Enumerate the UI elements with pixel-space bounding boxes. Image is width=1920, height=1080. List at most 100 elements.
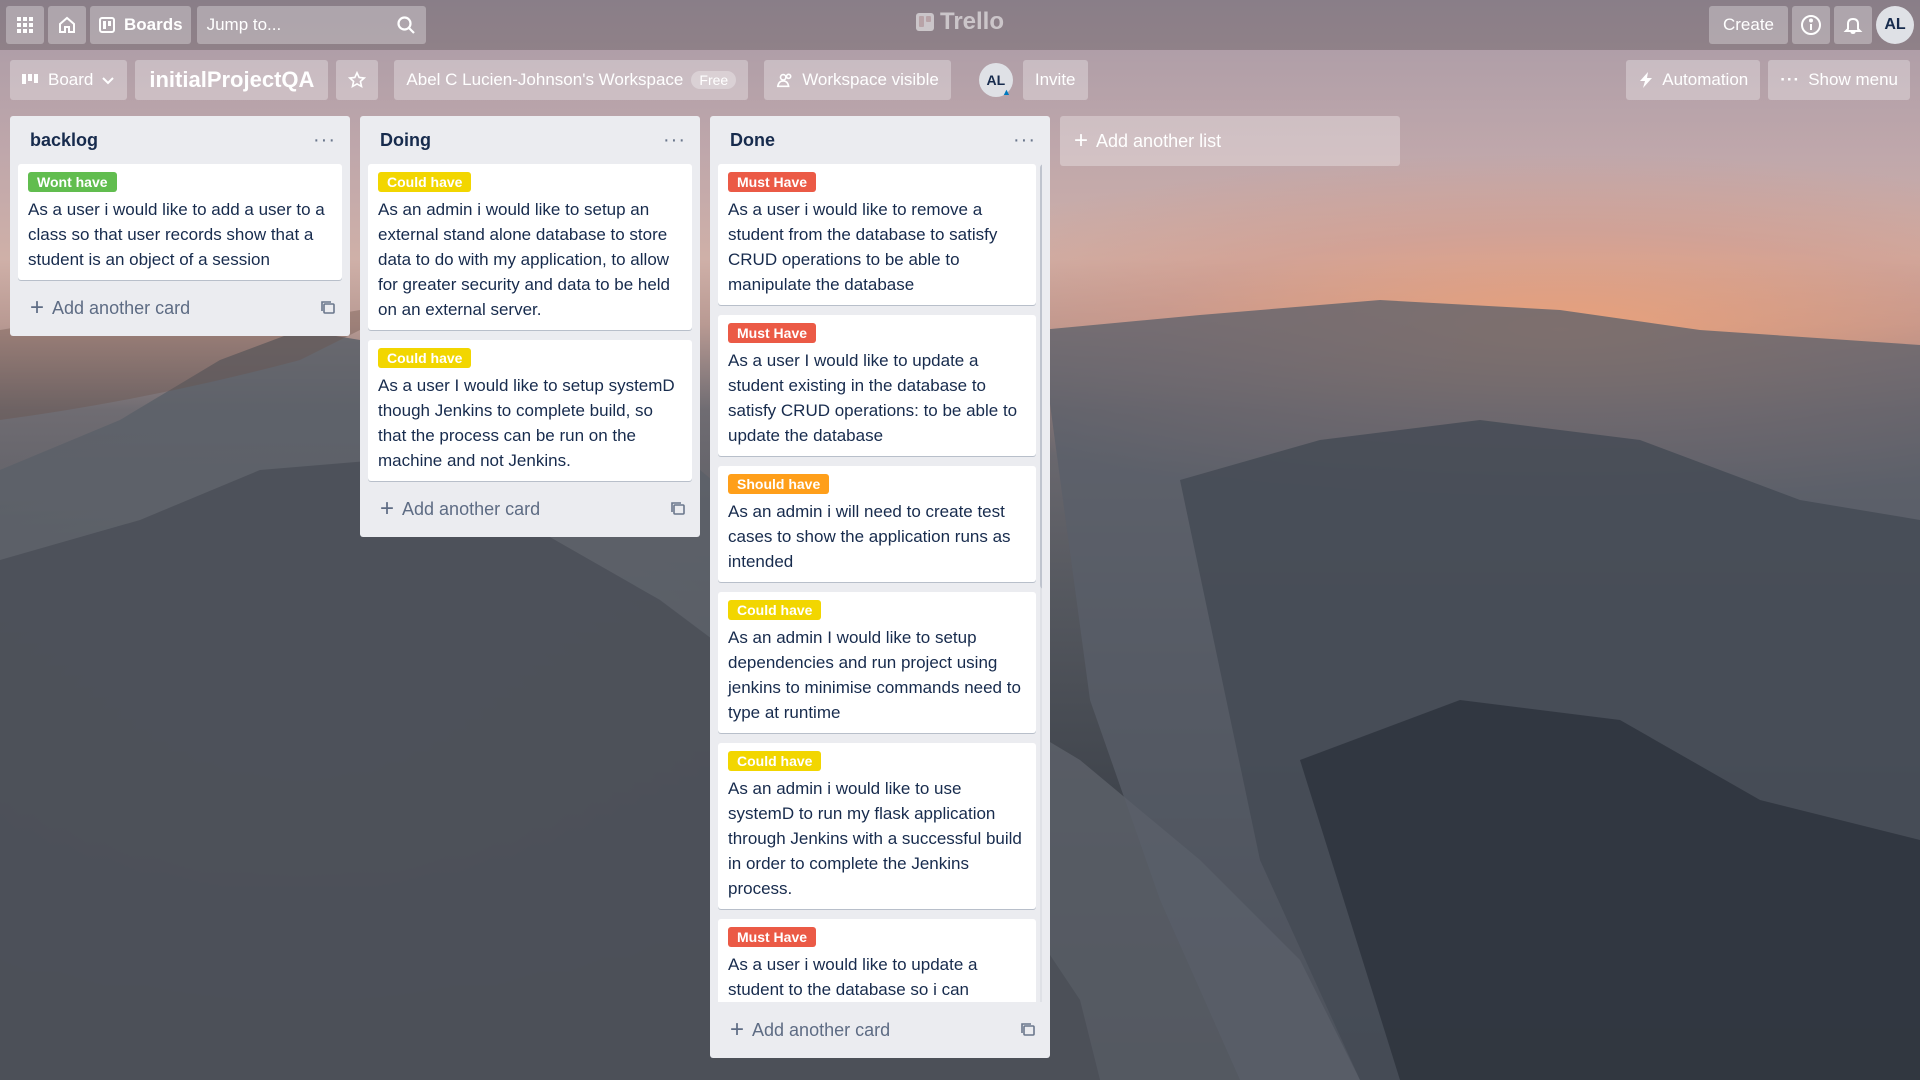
add-list-label: Add another list: [1096, 130, 1222, 151]
people-icon: [777, 73, 792, 88]
card-template-icon[interactable]: [320, 300, 336, 316]
card[interactable]: Could have As an admin i would like to s…: [368, 164, 692, 330]
search-icon: [396, 16, 415, 34]
list-menu-icon[interactable]: ···: [313, 130, 336, 150]
plus-icon: +: [1074, 127, 1089, 154]
card[interactable]: Could have As an admin i would like to u…: [718, 743, 1036, 909]
list-title[interactable]: Done: [730, 130, 775, 151]
board-title[interactable]: initialProjectQA: [135, 60, 329, 100]
scrollbar-thumb[interactable]: [1040, 164, 1042, 589]
card-label[interactable]: Could have: [378, 172, 472, 192]
card-title: As a user I would like to update a stude…: [728, 351, 1018, 445]
top-right-actions: Create AL: [1708, 6, 1914, 44]
automation-button[interactable]: Automation: [1626, 60, 1761, 100]
card[interactable]: Should have As an admin i will need to c…: [718, 466, 1036, 582]
card-list: Could have As an admin i would like to s…: [368, 164, 692, 481]
invite-button[interactable]: Invite: [1022, 60, 1088, 100]
list-scrollbar[interactable]: [1040, 164, 1042, 1002]
board-header: Board initialProjectQA Abel C Lucien-Joh…: [10, 60, 1910, 100]
card-title: As an admin I would like to setup depend…: [728, 628, 1021, 722]
card[interactable]: Could have As an admin I would like to s…: [718, 592, 1036, 733]
card-title: As a user i would like to update a stude…: [728, 955, 978, 999]
list-menu-icon[interactable]: ···: [1013, 130, 1036, 150]
list-menu-icon[interactable]: ···: [663, 130, 686, 150]
board-header-right: Automation ··· Show menu: [1626, 60, 1910, 100]
info-button[interactable]: [1792, 6, 1830, 44]
card-template-icon[interactable]: [670, 501, 686, 517]
board-view-switcher[interactable]: Board: [10, 60, 128, 100]
add-card-label: Add another card: [752, 1019, 891, 1040]
logo-text: Trello: [939, 8, 1005, 35]
automation-label: Automation: [1662, 70, 1749, 89]
card-title: As an admin i will need to create test c…: [728, 502, 1011, 571]
top-nav: Boards Jump to... Trello Create AL: [0, 0, 1920, 50]
create-label: Create: [1722, 15, 1774, 34]
card[interactable]: Must Have As a user I would like to upda…: [718, 315, 1036, 456]
list-title[interactable]: Doing: [380, 130, 431, 151]
visibility-button[interactable]: Workspace visible: [764, 60, 951, 100]
info-icon: [1801, 15, 1821, 35]
visibility-label: Workspace visible: [802, 70, 939, 89]
card[interactable]: Must Have As a user i would like to remo…: [718, 164, 1036, 305]
member-initials: AL: [986, 72, 1006, 88]
card-label[interactable]: Could have: [728, 600, 822, 620]
show-menu-button[interactable]: ··· Show menu: [1768, 60, 1910, 100]
board-member-avatar[interactable]: AL ▲: [978, 63, 1013, 97]
card-title: As a user I would like to setup systemD …: [378, 376, 675, 470]
add-card-button[interactable]: + Add another card: [718, 1010, 1042, 1050]
card-label[interactable]: Could have: [728, 751, 822, 771]
card-scroll-area: Must Have As a user i would like to remo…: [718, 164, 1042, 1002]
add-card-label: Add another card: [402, 498, 541, 519]
add-card-label: Add another card: [52, 297, 191, 318]
plus-icon: +: [30, 294, 45, 321]
admin-badge-icon: ▲: [1001, 87, 1011, 97]
apps-switcher-button[interactable]: [6, 6, 44, 44]
user-avatar[interactable]: AL: [1876, 6, 1914, 44]
card-label[interactable]: Must Have: [728, 927, 817, 947]
add-card-button[interactable]: + Add another card: [18, 288, 342, 328]
star-icon: [348, 71, 367, 89]
trello-logo-icon: [915, 13, 934, 31]
trello-logo[interactable]: Trello: [915, 8, 1005, 36]
show-menu-label: Show menu: [1808, 70, 1898, 89]
list-header: backlog ···: [18, 116, 342, 164]
bell-icon: [1843, 17, 1863, 34]
list-header: Doing ···: [368, 116, 692, 164]
card-label[interactable]: Should have: [728, 474, 830, 494]
home-button[interactable]: [48, 6, 86, 44]
home-icon: [59, 16, 75, 33]
card[interactable]: Must Have As a user i would like to upda…: [718, 919, 1036, 1002]
boards-icon: [99, 17, 115, 33]
boards-label: Boards: [124, 15, 183, 34]
grid-icon: [17, 17, 33, 33]
add-list-button[interactable]: + Add another list: [1060, 116, 1400, 166]
star-board-button[interactable]: [336, 60, 379, 100]
card-label[interactable]: Must Have: [728, 172, 817, 192]
card[interactable]: Wont have As a user i would like to add …: [18, 164, 342, 280]
notifications-button[interactable]: [1834, 6, 1872, 44]
card-title: As a user i would like to remove a stude…: [728, 200, 998, 294]
list-done: Done ··· Must Have As a user i would lik…: [710, 116, 1050, 1058]
card-label[interactable]: Could have: [378, 348, 472, 368]
card-label[interactable]: Wont have: [28, 172, 117, 192]
user-initials: AL: [1884, 16, 1906, 33]
chevron-down-icon: [102, 77, 115, 85]
boards-button[interactable]: Boards: [90, 6, 191, 44]
board-view-icon: [22, 74, 38, 84]
card-label[interactable]: Must Have: [728, 323, 817, 343]
card-template-icon[interactable]: [1020, 1022, 1036, 1038]
plus-icon: +: [730, 1016, 745, 1043]
lightning-icon: [1640, 72, 1653, 88]
list-title[interactable]: backlog: [30, 130, 98, 151]
card[interactable]: Could have As a user I would like to set…: [368, 340, 692, 481]
create-button[interactable]: Create: [1708, 6, 1788, 44]
list-header: Done ···: [718, 116, 1042, 164]
board-view-label: Board: [48, 70, 94, 89]
jump-to-search[interactable]: Jump to...: [196, 6, 426, 44]
list-backlog: backlog ··· Wont have As a user i would …: [10, 116, 350, 336]
card-list: Wont have As a user i would like to add …: [18, 164, 342, 280]
board-title-text: initialProjectQA: [149, 67, 315, 92]
add-card-button[interactable]: + Add another card: [368, 489, 692, 529]
workspace-button[interactable]: Abel C Lucien-Johnson's Workspace Free: [394, 60, 749, 100]
invite-label: Invite: [1034, 70, 1076, 89]
